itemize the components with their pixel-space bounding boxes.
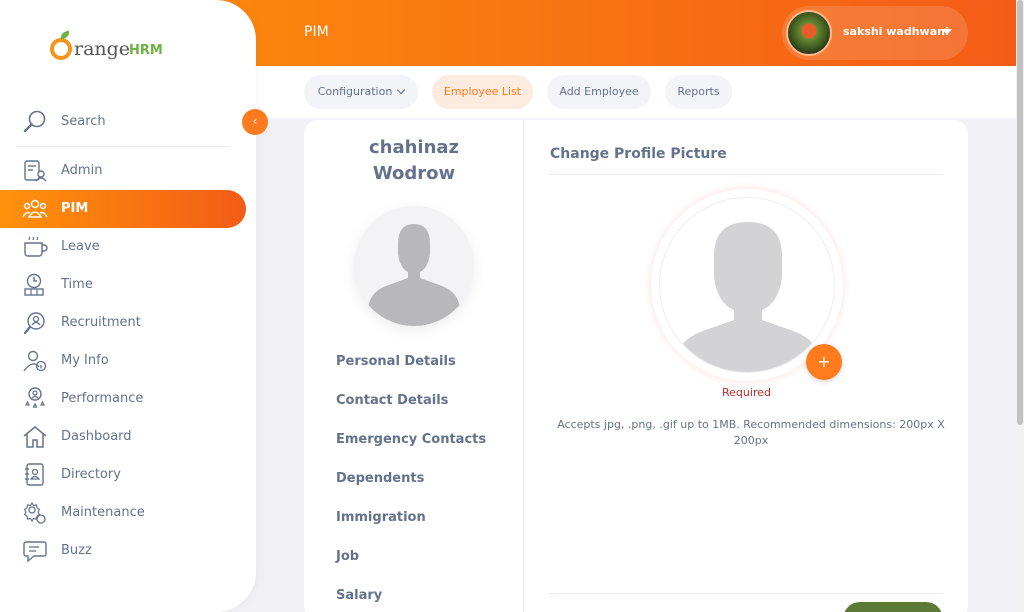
tab-label: Employee List: [443, 85, 522, 98]
sidebar-item-label: Performance: [61, 391, 144, 406]
plus-icon: +: [817, 352, 831, 371]
tab-label: Configuration: [317, 85, 393, 98]
sidebar-item-pim[interactable]: PIM: [0, 190, 246, 228]
sidebar-item-label: Time: [61, 277, 93, 292]
my-info-icon: [22, 349, 48, 373]
caret-down-icon: [942, 29, 952, 35]
tab-salary[interactable]: Salary: [336, 588, 382, 603]
save-button[interactable]: [843, 602, 943, 612]
sidebar-item-label: Recruitment: [61, 315, 141, 330]
sidebar-item-leave[interactable]: Leave: [0, 228, 246, 266]
profile-picture-preview: [659, 197, 835, 373]
dashboard-icon: [22, 425, 48, 449]
sidebar-item-my-info[interactable]: My Info: [0, 342, 246, 380]
sidebar-item-label: Leave: [61, 239, 100, 254]
employee-first-name: chahinaz: [368, 137, 460, 158]
section-title: Change Profile Picture: [550, 146, 727, 162]
sidebar-item-label: Dashboard: [61, 429, 132, 444]
sidebar-item-buzz[interactable]: Buzz: [0, 532, 246, 570]
tab-personal-details[interactable]: Personal Details: [336, 354, 456, 369]
tab-label: Reports: [677, 85, 720, 98]
collapse-sidebar-button[interactable]: ‹: [242, 109, 268, 135]
admin-icon: [22, 159, 48, 183]
sidebar-item-directory[interactable]: Directory: [0, 456, 246, 494]
required-message: Required: [722, 386, 771, 399]
sidebar-item-performance[interactable]: Performance: [0, 380, 246, 418]
sidebar-item-maintenance[interactable]: Maintenance: [0, 494, 246, 532]
sidebar-search[interactable]: Search: [16, 104, 230, 147]
orangehrm-logo[interactable]: range HRM: [50, 30, 170, 66]
employee-summary-pane: chahinaz Wodrow Personal Details Contact…: [304, 120, 524, 612]
tab-employee-list[interactable]: Employee List: [432, 75, 533, 109]
directory-icon: [22, 463, 48, 487]
leave-icon: [22, 235, 48, 259]
logo-word: range: [74, 38, 131, 60]
chevron-left-icon: ‹: [252, 114, 258, 128]
sidebar-item-label: Buzz: [61, 543, 92, 558]
employee-avatar[interactable]: [354, 206, 474, 326]
tab-add-employee[interactable]: Add Employee: [547, 75, 651, 109]
sidebar-item-admin[interactable]: Admin: [0, 152, 246, 190]
sidebar-item-recruitment[interactable]: Recruitment: [0, 304, 246, 342]
logo-suffix: HRM: [129, 43, 163, 58]
user-dropdown[interactable]: sakshi wadhwani: [782, 6, 968, 60]
person-silhouette-icon: [672, 222, 824, 372]
user-avatar: [786, 10, 832, 56]
tab-contact-details[interactable]: Contact Details: [336, 393, 448, 408]
chevron-down-icon: [397, 85, 406, 95]
change-picture-pane: Change Profile Picture + Required Accept…: [525, 120, 968, 612]
tab-label: Add Employee: [559, 85, 639, 98]
search-icon: [22, 109, 48, 135]
logo-leaf: [59, 30, 71, 40]
sidebar-item-dashboard[interactable]: Dashboard: [0, 418, 246, 456]
tab-emergency-contacts[interactable]: Emergency Contacts: [336, 432, 486, 447]
sidebar-item-label: Maintenance: [61, 505, 145, 520]
buzz-icon: [22, 539, 48, 563]
recruitment-icon: [22, 311, 48, 335]
tab-configuration[interactable]: Configuration: [304, 75, 418, 109]
employee-name: chahinaz Wodrow: [304, 135, 524, 187]
sidebar-item-label: Admin: [61, 163, 103, 178]
person-silhouette-icon: [362, 214, 466, 326]
logo-o-mark: [50, 38, 72, 60]
employee-card: chahinaz Wodrow Personal Details Contact…: [304, 120, 968, 612]
tab-dependents[interactable]: Dependents: [336, 471, 424, 486]
divider: [549, 174, 943, 175]
tab-job[interactable]: Job: [336, 549, 359, 564]
sidebar-item-label: My Info: [61, 353, 109, 368]
maintenance-icon: [22, 501, 48, 525]
performance-icon: [22, 387, 48, 411]
tab-immigration[interactable]: Immigration: [336, 510, 426, 525]
add-picture-button[interactable]: +: [806, 344, 842, 380]
sidebar: range HRM Search ‹ Admin PIM Leave Time …: [0, 0, 268, 612]
tab-reports[interactable]: Reports: [665, 75, 732, 109]
employee-last-name: Wodrow: [372, 163, 456, 184]
module-title: PIM: [304, 24, 329, 40]
user-name: sakshi wadhwani: [843, 25, 949, 38]
time-icon: [22, 273, 48, 297]
scrollbar-thumb[interactable]: [1017, 0, 1023, 425]
sidebar-item-time[interactable]: Time: [0, 266, 246, 304]
pim-icon: [22, 197, 48, 221]
top-nav: Configuration Employee List Add Employee…: [256, 66, 1016, 118]
search-label: Search: [61, 114, 106, 129]
sidebar-item-label: PIM: [61, 201, 89, 216]
sidebar-item-label: Directory: [61, 467, 121, 482]
page-scrollbar[interactable]: [1016, 0, 1024, 612]
divider: [549, 593, 943, 594]
upload-hint: Accepts jpg, .png, .gif up to 1MB. Recom…: [557, 418, 945, 447]
